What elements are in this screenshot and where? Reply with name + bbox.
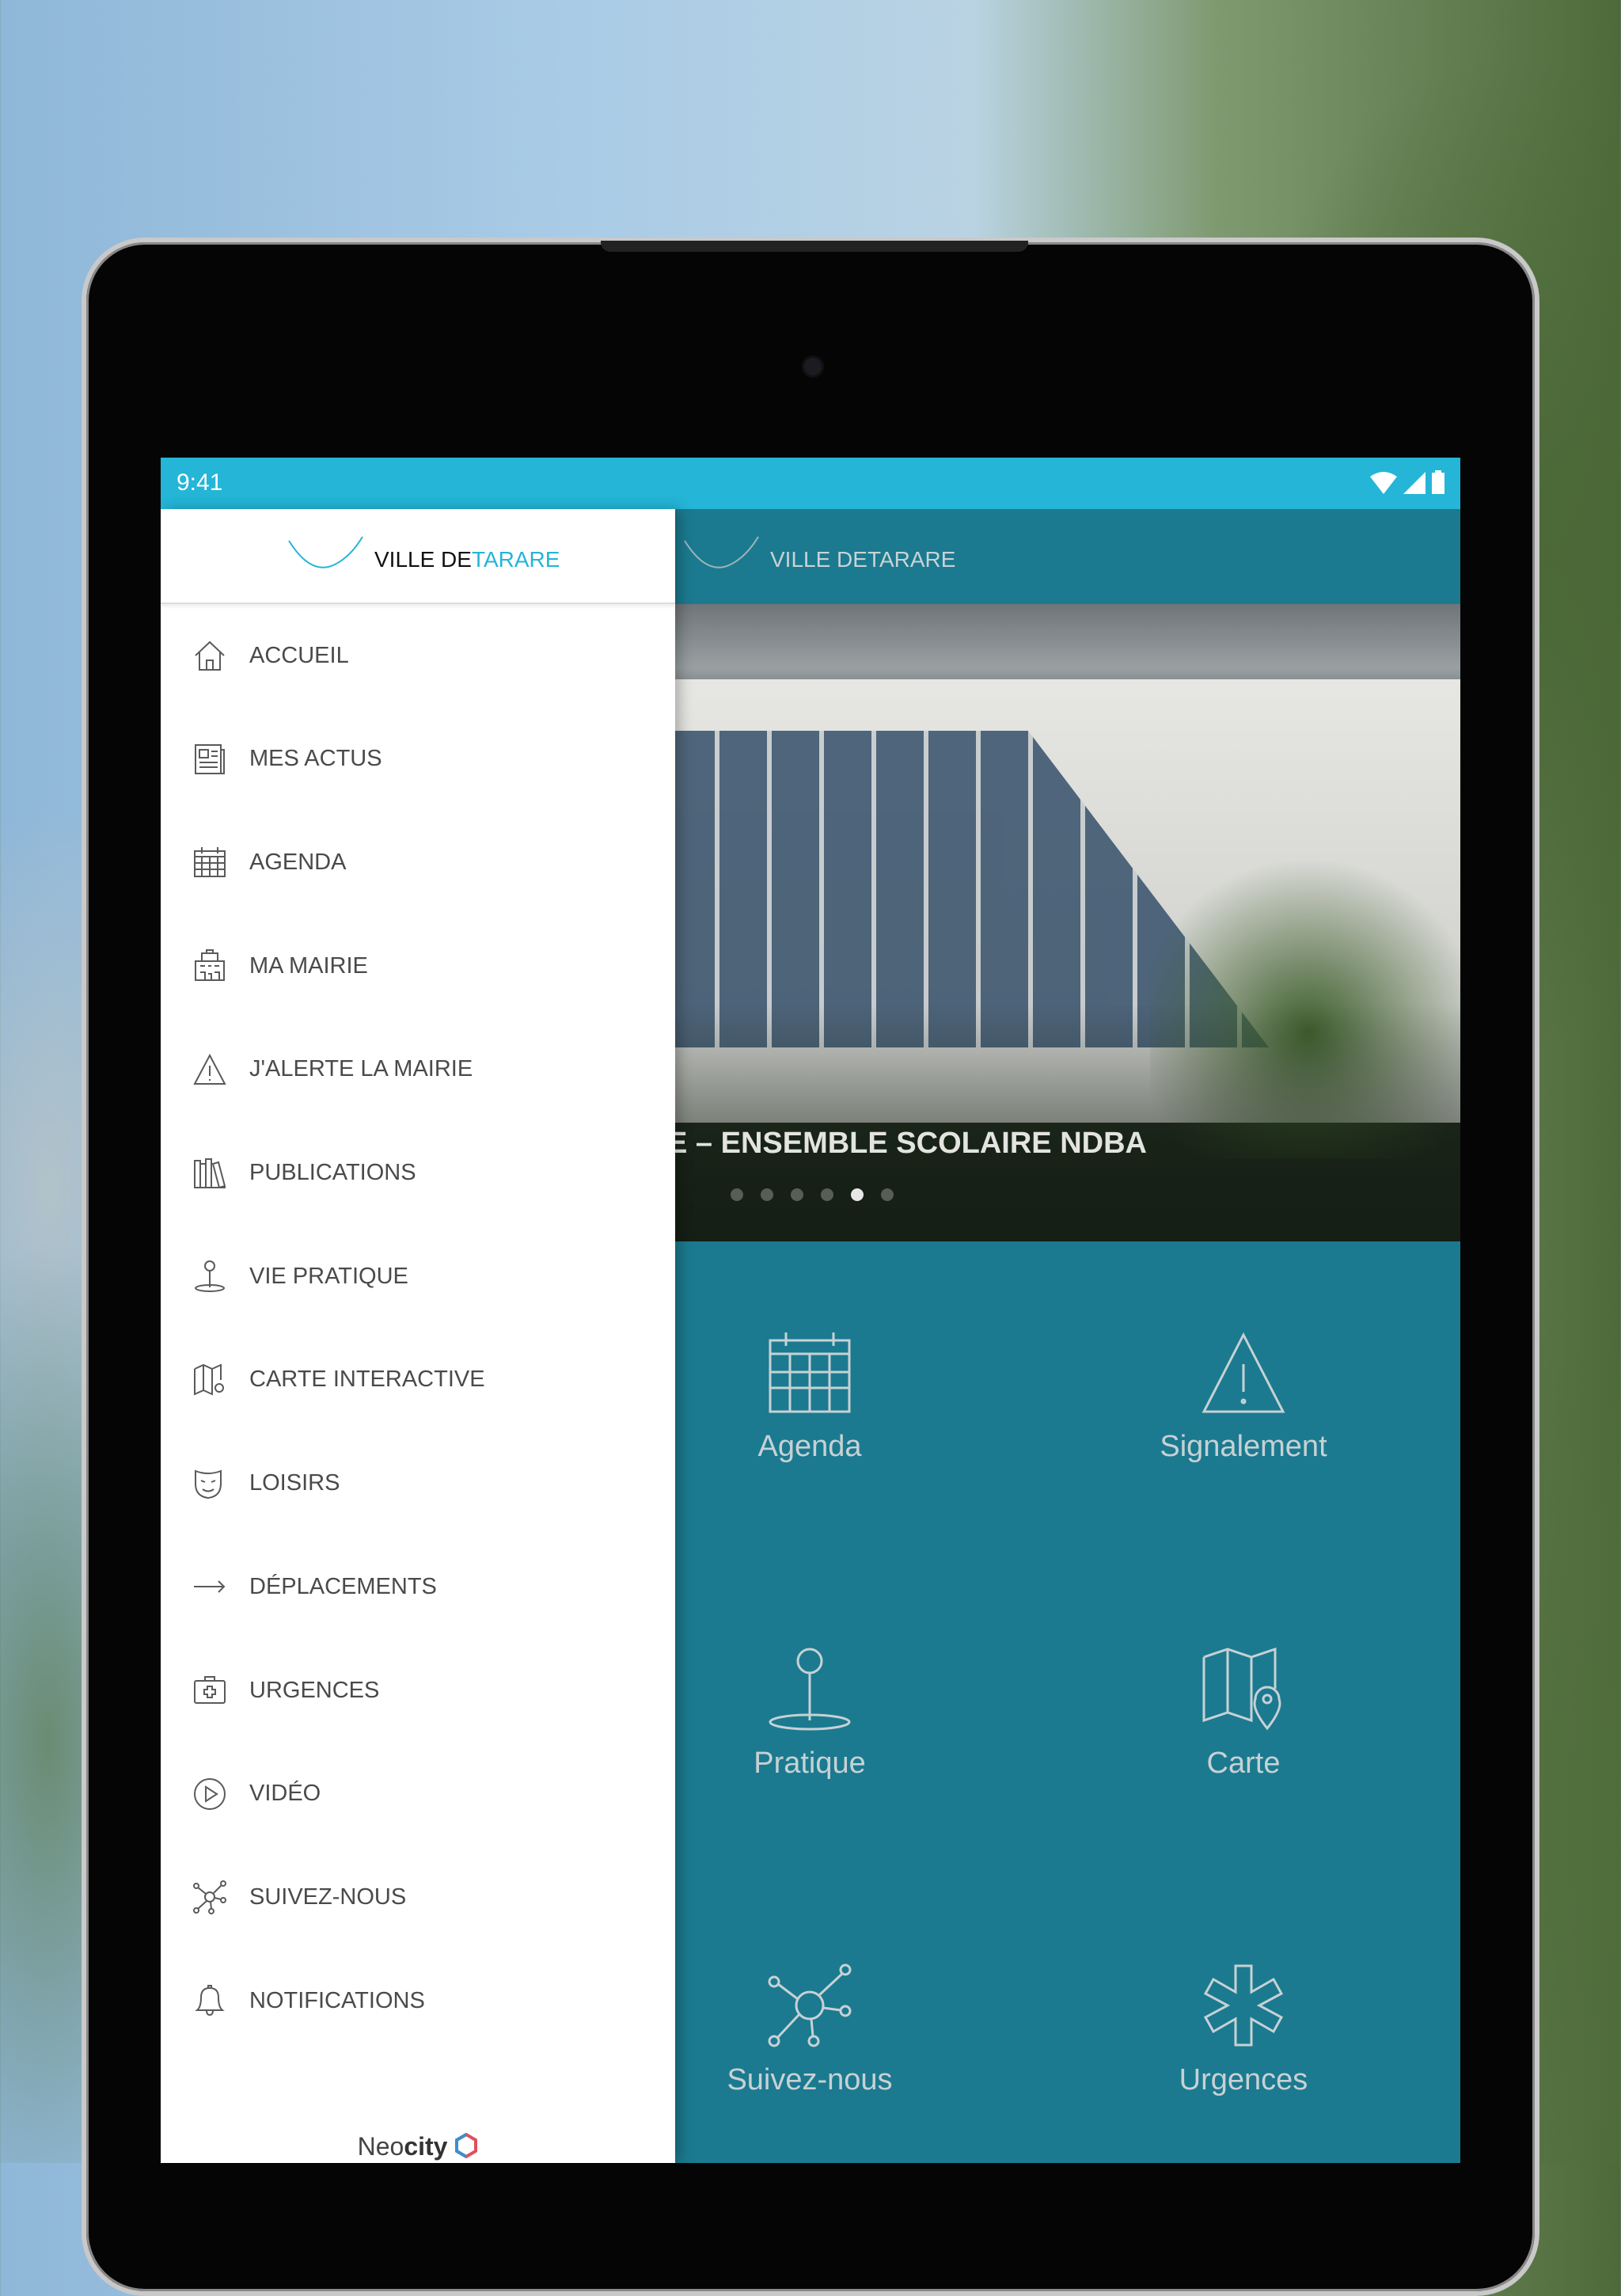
town-hall-icon xyxy=(195,949,225,982)
menu-item-publications[interactable]: PUBLICATIONS xyxy=(161,1134,675,1213)
calendar-icon xyxy=(194,847,226,878)
bell-icon xyxy=(195,1985,225,2017)
slider-dot-active[interactable] xyxy=(851,1188,864,1201)
tile-suivez-nous[interactable]: Suivez-nous xyxy=(651,1962,968,2097)
logo-text-accent: TARARE xyxy=(471,547,560,572)
app-screen: 9:41 VILLE DE TARARE E – ENSEMBLE SCOLAI… xyxy=(161,458,1460,2163)
joystick-pin-icon xyxy=(195,1260,225,1293)
slider-dot[interactable] xyxy=(731,1188,743,1201)
brand-text: Neo xyxy=(357,2132,404,2161)
menu-item-accueil[interactable]: ACCUEIL xyxy=(161,616,675,695)
menu-item-label: URGENCES xyxy=(249,1677,380,1703)
warning-icon xyxy=(193,1053,226,1085)
network-icon xyxy=(193,1880,226,1915)
menu-item-label: J'ALERTE LA MAIRIE xyxy=(249,1056,473,1082)
menu-item-label: CARTE INTERACTIVE xyxy=(249,1367,485,1393)
tile-urgences[interactable]: Urgences xyxy=(1085,1962,1402,2097)
map-icon xyxy=(194,1363,224,1396)
signal-icon xyxy=(1403,472,1425,494)
drawer-logo: VILLE DE TARARE xyxy=(287,533,560,572)
menu-item-label: DÉPLACEMENTS xyxy=(249,1573,437,1599)
neocity-logo: Neocity xyxy=(161,2132,675,2161)
map-pin-icon xyxy=(1202,1647,1281,1731)
books-icon xyxy=(194,1158,226,1188)
menu-item-label: PUBLICATIONS xyxy=(249,1160,416,1185)
slider-dot[interactable] xyxy=(821,1188,833,1201)
menu-item-déplacements[interactable]: DÉPLACEMENTS xyxy=(161,1547,675,1626)
tile-label: Pratique xyxy=(754,1747,866,1780)
battery-icon xyxy=(1432,470,1444,494)
brand-text-bold: city xyxy=(404,2132,448,2161)
status-time: 9:41 xyxy=(177,469,223,496)
calendar-icon xyxy=(769,1332,851,1413)
newspaper-icon xyxy=(195,743,225,774)
menu-item-label: VIDÉO xyxy=(249,1781,321,1807)
menu-item-label: AGENDA xyxy=(249,849,347,875)
app-logo: VILLE DE TARARE xyxy=(683,533,955,572)
arrow-right-icon xyxy=(194,1580,226,1594)
tile-pratique[interactable]: Pratique xyxy=(651,1645,968,1781)
star-of-life-icon xyxy=(1203,1964,1284,2047)
logo-text: VILLE DE xyxy=(770,547,867,572)
first-aid-icon xyxy=(194,1676,226,1704)
menu-item-loisirs[interactable]: LOISIRS xyxy=(161,1444,675,1523)
menu-item-label: NOTIFICATIONS xyxy=(249,1987,425,2013)
navigation-drawer: VILLE DE TARARE ACCUEIL MES ACTUS AGENDA MA… xyxy=(161,509,675,2163)
menu-item-notifications[interactable]: NOTIFICATIONS xyxy=(161,1961,675,2040)
status-bar: 9:41 xyxy=(161,458,1460,509)
slider-dot[interactable] xyxy=(761,1188,773,1201)
tile-label: Suivez-nous xyxy=(727,2063,893,2096)
network-icon xyxy=(768,1963,852,2047)
slide-caption[interactable]: E – ENSEMBLE SCOLAIRE NDBA xyxy=(667,1127,1147,1161)
menu-item-vie-pratique[interactable]: VIE PRATIQUE xyxy=(161,1237,675,1316)
theater-masks-icon xyxy=(195,1469,222,1499)
joystick-pin-icon xyxy=(769,1648,851,1731)
logo-text-accent: TARARE xyxy=(867,547,956,572)
menu-item-label: SUIVEZ-NOUS xyxy=(249,1884,407,1910)
tile-carte[interactable]: Carte xyxy=(1085,1645,1402,1781)
tile-label: Signalement xyxy=(1160,1430,1327,1463)
home-icon xyxy=(195,641,225,671)
menu-item-suivez-nous[interactable]: SUIVEZ-NOUS xyxy=(161,1857,675,1937)
slider-dot[interactable] xyxy=(881,1188,894,1201)
menu-item-agenda[interactable]: AGENDA xyxy=(161,823,675,902)
slider-dots xyxy=(731,1188,894,1201)
menu-item-label: MES ACTUS xyxy=(249,746,382,772)
tile-label: Urgences xyxy=(1179,2063,1308,2096)
menu-item-vidéo[interactable]: VIDÉO xyxy=(161,1754,675,1834)
menu-item-label: ACCUEIL xyxy=(249,642,349,668)
menu-item-j-alerte-la-mairie[interactable]: J'ALERTE LA MAIRIE xyxy=(161,1030,675,1109)
menu-item-urgences[interactable]: URGENCES xyxy=(161,1651,675,1730)
tile-label: Agenda xyxy=(757,1430,862,1463)
menu-item-carte-interactive[interactable]: CARTE INTERACTIVE xyxy=(161,1340,675,1420)
wifi-icon xyxy=(1370,472,1397,494)
warning-icon xyxy=(1202,1332,1285,1413)
menu-item-ma-mairie[interactable]: MA MAIRIE xyxy=(161,926,675,1005)
tile-agenda[interactable]: Agenda xyxy=(651,1329,968,1464)
menu-item-mes-actus[interactable]: MES ACTUS xyxy=(161,720,675,799)
menu-item-label: VIE PRATIQUE xyxy=(249,1263,408,1289)
logo-text: VILLE DE xyxy=(374,547,472,572)
drawer-header: VILLE DE TARARE xyxy=(161,509,675,604)
slider-dot[interactable] xyxy=(791,1188,803,1201)
menu-item-label: LOISIRS xyxy=(249,1470,340,1496)
tablet-notch xyxy=(601,241,1028,252)
play-icon xyxy=(194,1777,226,1810)
tile-signalement[interactable]: Signalement xyxy=(1085,1329,1402,1464)
menu-item-label: MA MAIRIE xyxy=(249,952,368,979)
camera-icon xyxy=(804,358,822,375)
tile-label: Carte xyxy=(1206,1747,1281,1780)
